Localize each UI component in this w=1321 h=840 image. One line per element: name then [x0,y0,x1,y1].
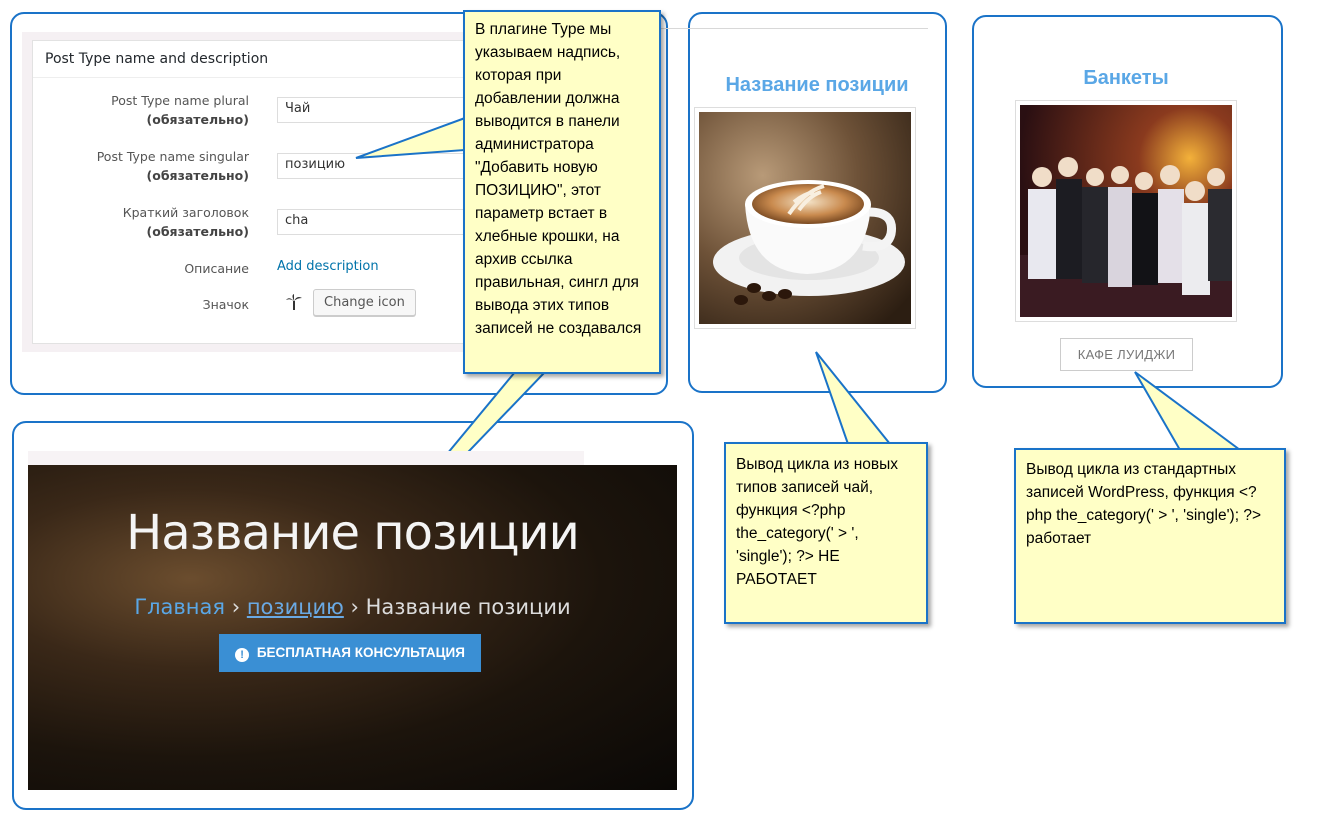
product-title[interactable]: Название позиции [700,74,934,97]
standard-callout-text: Вывод цикла из стандартных записей WordP… [1026,461,1262,547]
hero-title: Название позиции [126,505,580,561]
free-consultation-label: БЕСПЛАТНАЯ КОНСУЛЬТАЦИЯ [256,645,465,660]
standard-callout: Вывод цикла из стандартных записей WordP… [1014,448,1286,624]
banquet-group-photo [1020,105,1232,317]
breadcrumb-separator: › [350,595,359,619]
coffee-cup-picture [699,112,911,324]
breadcrumb: Главная › позицию › Название позиции [28,595,677,619]
banquet-title[interactable]: Банкеты [1015,67,1237,90]
exclamation-circle-icon: ! [235,648,250,662]
new-types-callout: Вывод цикла из новых типов записей чай, … [724,442,928,624]
breadcrumb-home-link[interactable]: Главная [134,595,225,619]
main-callout-text: В плагине Type мы указываем надпись, кот… [475,21,642,337]
hero-top-strip [28,451,584,465]
breadcrumb-separator: › [231,595,241,619]
coffee-image[interactable] [694,107,916,329]
new-types-callout-text: Вывод цикла из новых типов записей чай, … [736,456,899,588]
breadcrumb-current: Название позиции [365,595,571,619]
banquet-image[interactable] [1015,100,1237,322]
free-consultation-button[interactable]: ! БЕСПЛАТНАЯ КОНСУЛЬТАЦИЯ [219,634,481,672]
cafe-luigi-button[interactable]: КАФЕ ЛУИДЖИ [1060,338,1193,371]
breadcrumb-category-link[interactable]: позицию [247,595,344,619]
hero-banner: Название позиции Главная › позицию › Наз… [28,465,677,790]
main-callout: В плагине Type мы указываем надпись, кот… [463,10,661,374]
